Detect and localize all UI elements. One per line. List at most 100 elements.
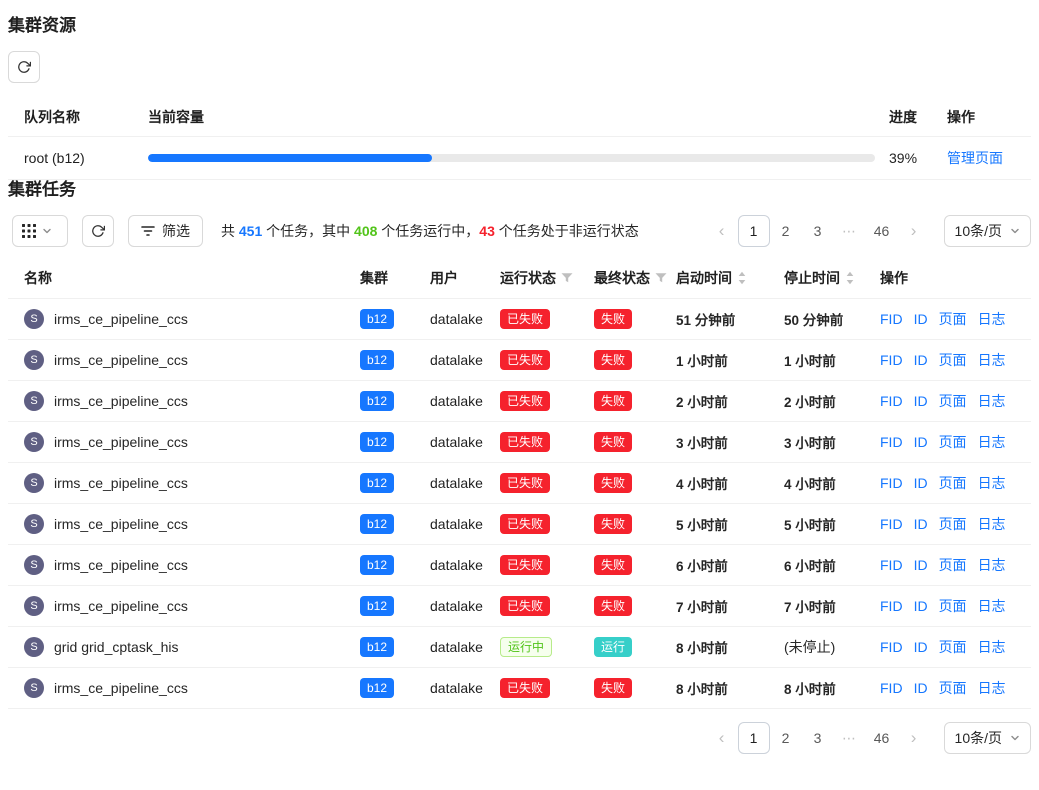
id-link[interactable]: ID xyxy=(914,434,928,450)
page-size-select[interactable]: 10条/页 xyxy=(944,722,1031,754)
log-link[interactable]: 日志 xyxy=(978,514,1006,534)
tasks-refresh-button[interactable] xyxy=(82,215,114,247)
id-link[interactable]: ID xyxy=(914,352,928,368)
log-link[interactable]: 日志 xyxy=(978,350,1006,370)
id-link[interactable]: ID xyxy=(914,598,928,614)
id-link[interactable]: ID xyxy=(914,516,928,532)
page-button-46[interactable]: 46 xyxy=(866,722,898,754)
header-start-time-label: 启动时间 xyxy=(676,268,732,288)
log-link[interactable]: 日志 xyxy=(978,596,1006,616)
page-link[interactable]: 页面 xyxy=(939,309,967,329)
filter-icon[interactable] xyxy=(655,272,667,284)
cluster-tag: b12 xyxy=(360,596,394,616)
page-link[interactable]: 页面 xyxy=(939,391,967,411)
page-link[interactable]: 页面 xyxy=(939,473,967,493)
prev-page-button[interactable]: ‹ xyxy=(706,215,738,247)
page-button-1[interactable]: 1 xyxy=(738,722,770,754)
cluster-tag: b12 xyxy=(360,555,394,575)
fid-link[interactable]: FID xyxy=(880,680,903,696)
id-link[interactable]: ID xyxy=(914,475,928,491)
page-link[interactable]: 页面 xyxy=(939,432,967,452)
id-link[interactable]: ID xyxy=(914,680,928,696)
id-link[interactable]: ID xyxy=(914,639,928,655)
resources-section-title: 集群资源 xyxy=(8,16,1031,36)
cluster-tag: b12 xyxy=(360,350,394,370)
manage-page-link[interactable]: 管理页面 xyxy=(947,150,1003,166)
fid-link[interactable]: FID xyxy=(880,516,903,532)
page-button-46[interactable]: 46 xyxy=(866,215,898,247)
page-button-1[interactable]: 1 xyxy=(738,215,770,247)
name-cell: S irms_ce_pipeline_ccs xyxy=(8,678,360,698)
id-link[interactable]: ID xyxy=(914,557,928,573)
log-link[interactable]: 日志 xyxy=(978,473,1006,493)
page-link[interactable]: 页面 xyxy=(939,514,967,534)
page-button-3[interactable]: 3 xyxy=(802,722,834,754)
queue-name: root (b12) xyxy=(8,150,148,166)
start-time: 7 小时前 xyxy=(676,600,728,615)
fid-link[interactable]: FID xyxy=(880,475,903,491)
log-link[interactable]: 日志 xyxy=(978,309,1006,329)
run-status-cell: 运行中 xyxy=(500,637,594,657)
header-stop-time-label: 停止时间 xyxy=(784,268,840,288)
page-button-2[interactable]: 2 xyxy=(770,215,802,247)
start-time: 6 小时前 xyxy=(676,559,728,574)
final-status-tag: 失败 xyxy=(594,596,632,616)
start-time-cell: 2 小时前 xyxy=(676,391,784,411)
header-cluster-label: 集群 xyxy=(360,268,388,288)
filter-button-label: 筛选 xyxy=(162,221,190,241)
fid-link[interactable]: FID xyxy=(880,311,903,327)
avatar: S xyxy=(24,473,44,493)
page-size-value: 10条/页 xyxy=(955,728,1002,748)
page-ellipsis[interactable]: ⋯ xyxy=(834,215,866,247)
fid-link[interactable]: FID xyxy=(880,393,903,409)
fid-link[interactable]: FID xyxy=(880,352,903,368)
cluster-cell: b12 xyxy=(360,391,430,411)
page-link[interactable]: 页面 xyxy=(939,350,967,370)
final-status-tag: 失败 xyxy=(594,555,632,575)
start-time-cell: 51 分钟前 xyxy=(676,309,784,329)
page-ellipsis[interactable]: ⋯ xyxy=(834,722,866,754)
task-name: irms_ce_pipeline_ccs xyxy=(54,516,188,532)
operation-cell: FID ID 页面 日志 xyxy=(872,350,1031,370)
column-settings-button[interactable] xyxy=(12,215,68,247)
id-link[interactable]: ID xyxy=(914,393,928,409)
next-page-button[interactable]: › xyxy=(898,215,930,247)
page-button-3[interactable]: 3 xyxy=(802,215,834,247)
fid-link[interactable]: FID xyxy=(880,639,903,655)
page-link[interactable]: 页面 xyxy=(939,678,967,698)
id-link[interactable]: ID xyxy=(914,311,928,327)
fid-link[interactable]: FID xyxy=(880,598,903,614)
page-link[interactable]: 页面 xyxy=(939,555,967,575)
page-link[interactable]: 页面 xyxy=(939,637,967,657)
table-row: S irms_ce_pipeline_ccs b12 datalake 已失败 … xyxy=(8,299,1031,340)
sorter-icon[interactable] xyxy=(845,271,855,285)
chevron-down-icon xyxy=(1010,733,1020,743)
log-link[interactable]: 日志 xyxy=(978,678,1006,698)
log-link[interactable]: 日志 xyxy=(978,637,1006,657)
task-name: irms_ce_pipeline_ccs xyxy=(54,393,188,409)
page-button-2[interactable]: 2 xyxy=(770,722,802,754)
log-link[interactable]: 日志 xyxy=(978,391,1006,411)
start-time: 2 小时前 xyxy=(676,395,728,410)
final-status-cell: 失败 xyxy=(594,350,676,370)
page-link[interactable]: 页面 xyxy=(939,596,967,616)
fid-link[interactable]: FID xyxy=(880,434,903,450)
page-size-select[interactable]: 10条/页 xyxy=(944,215,1031,247)
operation-cell: FID ID 页面 日志 xyxy=(872,473,1031,493)
run-status-cell: 已失败 xyxy=(500,555,594,575)
user-cell: datalake xyxy=(430,680,500,696)
stop-time: 50 分钟前 xyxy=(784,313,843,328)
log-link[interactable]: 日志 xyxy=(978,555,1006,575)
progress-bar-fill xyxy=(148,154,432,162)
filter-button[interactable]: 筛选 xyxy=(128,215,203,247)
next-page-button[interactable]: › xyxy=(898,722,930,754)
run-status-tag: 已失败 xyxy=(500,391,550,411)
resources-refresh-button[interactable] xyxy=(8,51,40,83)
final-status-tag: 失败 xyxy=(594,678,632,698)
prev-page-button[interactable]: ‹ xyxy=(706,722,738,754)
fid-link[interactable]: FID xyxy=(880,557,903,573)
filter-icon[interactable] xyxy=(561,272,573,284)
chevron-down-icon xyxy=(42,226,52,236)
sorter-icon[interactable] xyxy=(737,271,747,285)
log-link[interactable]: 日志 xyxy=(978,432,1006,452)
